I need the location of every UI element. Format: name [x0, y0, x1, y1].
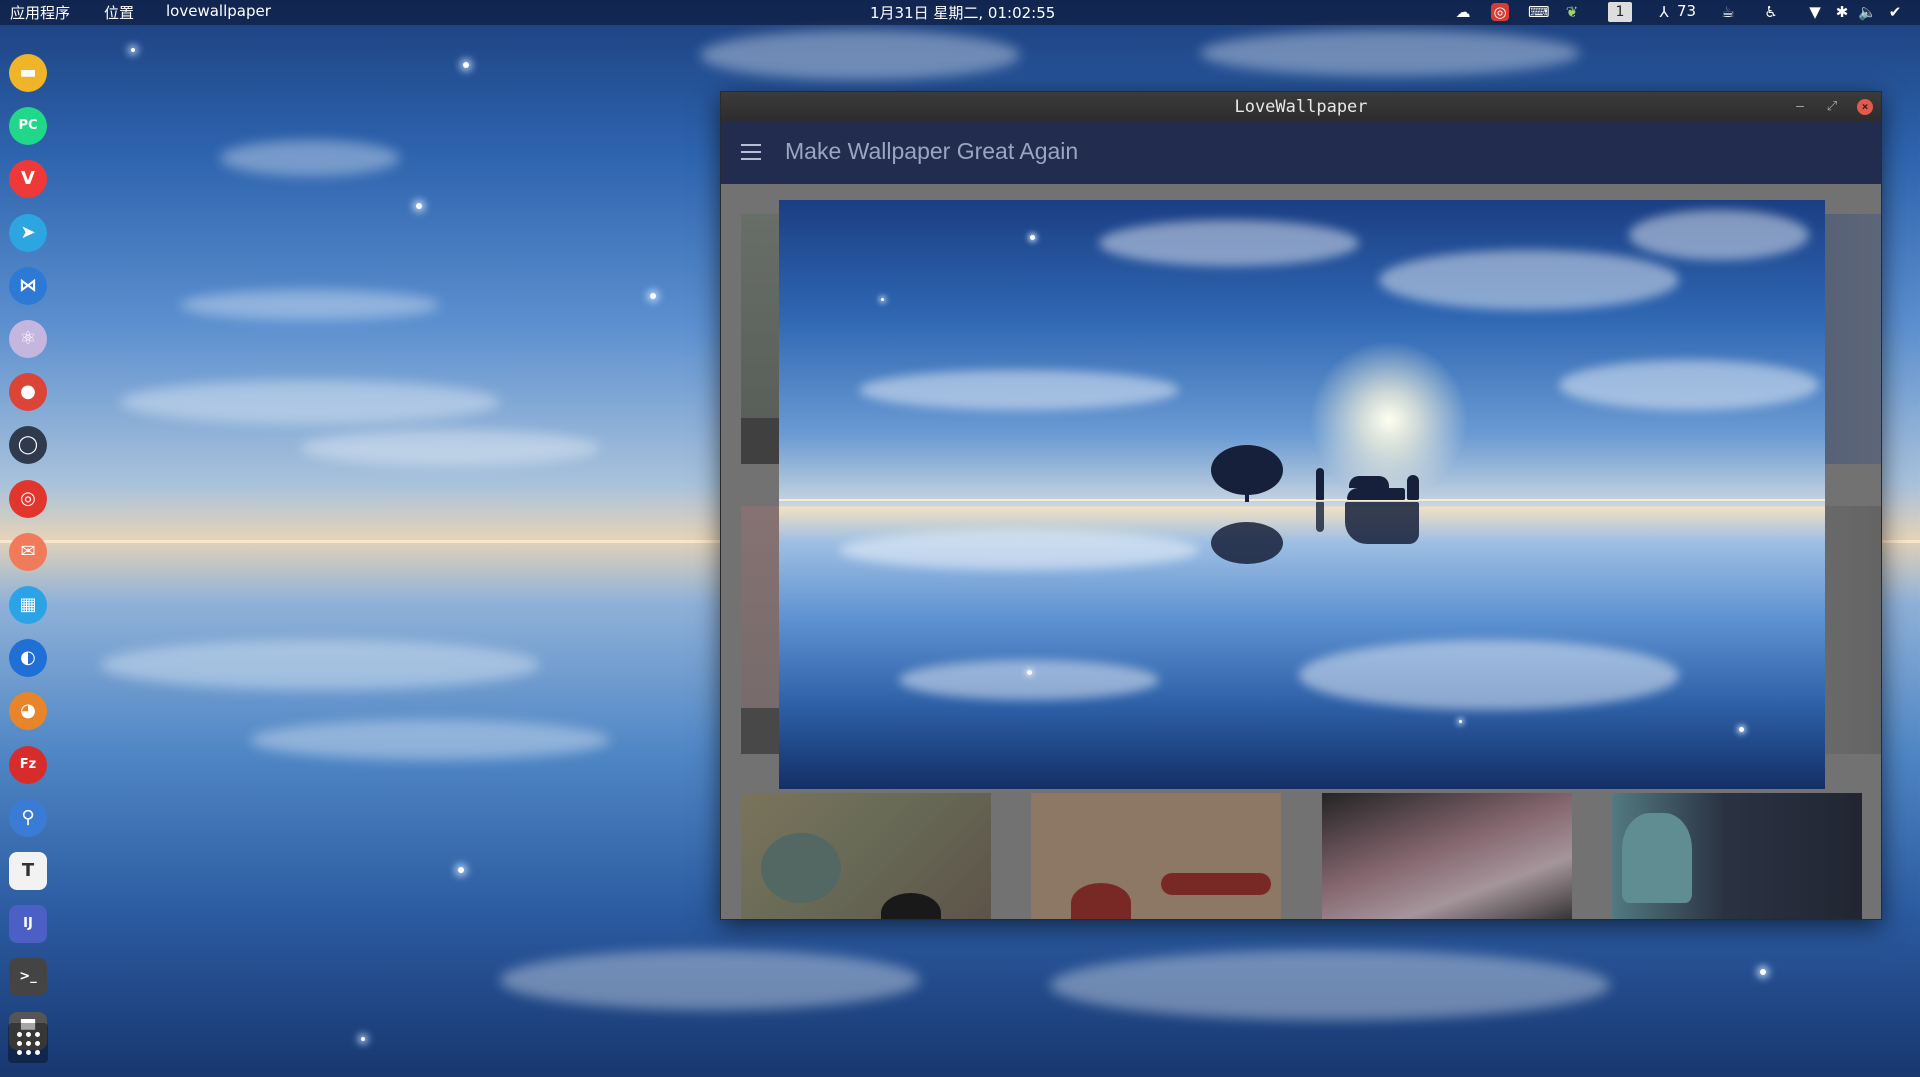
gimp-icon[interactable]: ◕: [9, 692, 47, 731]
wallpaper-thumbnail[interactable]: ···: [1815, 214, 1881, 464]
pycharm-icon[interactable]: PC: [9, 107, 47, 146]
pink-art-thumbnail[interactable]: [1322, 793, 1572, 919]
netease-music-icon[interactable]: ◎: [1491, 3, 1509, 21]
places-menu[interactable]: 位置: [104, 2, 134, 23]
terminal-icon[interactable]: >_: [9, 958, 47, 997]
hamburger-menu-icon[interactable]: [741, 144, 761, 160]
balloons-thumbnail[interactable]: [741, 793, 991, 919]
window-titlebar[interactable]: LoveWallpaper – ⤢ ×: [721, 92, 1881, 122]
typora-icon[interactable]: T: [9, 852, 47, 890]
app-title: Make Wallpaper Great Again: [785, 138, 1079, 164]
dock: ▬ PC V ➤ ⋈ ⚛ ● ◯ ◎ ✉ ▦ ◐ ◕ Fz ⚲ T IJ >_ ▀: [0, 30, 56, 1077]
app-bar: Make Wallpaper Great Again: [721, 122, 1881, 184]
wifi-icon[interactable]: ▼: [1806, 3, 1824, 21]
wallpaper-preview-image[interactable]: [779, 200, 1825, 789]
red-rooster-thumbnail[interactable]: [1031, 793, 1281, 919]
wallpaper-thumbnail[interactable]: ···: [1815, 506, 1881, 754]
files-icon[interactable]: ▬: [9, 54, 47, 92]
chrome-icon[interactable]: ●: [9, 373, 47, 412]
clock[interactable]: 1月31日 星期二, 01:02:55: [870, 2, 1055, 23]
chat-app-icon[interactable]: ◯: [9, 426, 47, 465]
show-applications-button[interactable]: [8, 1023, 48, 1063]
filezilla-icon[interactable]: Fz: [9, 745, 47, 784]
top-panel: 应用程序 位置 lovewallpaper 1月31日 星期二, 01:02:5…: [0, 0, 1920, 25]
system-monitor-icon[interactable]: ▦: [9, 586, 47, 624]
telegram-icon[interactable]: ➤: [9, 213, 47, 252]
accessibility-icon[interactable]: ♿: [1762, 3, 1780, 21]
temperature-value: 73: [1677, 2, 1697, 20]
applications-menu[interactable]: 应用程序: [10, 2, 70, 23]
mail-icon[interactable]: ✉: [9, 532, 47, 571]
wechat-icon[interactable]: ☁: [1454, 3, 1472, 21]
active-app-menu[interactable]: lovewallpaper: [166, 2, 271, 20]
minimize-button[interactable]: –: [1791, 98, 1809, 116]
bluetooth-icon[interactable]: ✱: [1833, 3, 1851, 21]
leaf-icon[interactable]: ❦: [1563, 3, 1581, 21]
window-title: LoveWallpaper: [1234, 97, 1368, 117]
miku-thumbnail[interactable]: [1612, 793, 1862, 919]
intellij-icon[interactable]: IJ: [9, 905, 47, 944]
clipboard-icon[interactable]: ✔: [1886, 3, 1904, 21]
atom-icon[interactable]: ⚛: [9, 320, 47, 358]
vivaldi-icon[interactable]: V: [9, 160, 47, 199]
coffee-icon[interactable]: ☕: [1719, 3, 1737, 21]
maximize-button[interactable]: ⤢: [1823, 98, 1841, 116]
workspace-indicator[interactable]: 1: [1608, 2, 1632, 22]
vscode-icon[interactable]: ⋈: [9, 266, 47, 305]
netease-music-icon[interactable]: ◎: [9, 479, 47, 518]
keyboard-icon[interactable]: ⌨: [1528, 3, 1550, 21]
firefox-icon[interactable]: ◐: [9, 639, 47, 678]
volume-icon[interactable]: 🔈: [1858, 3, 1877, 21]
temperature-icon[interactable]: ⅄: [1655, 3, 1673, 21]
close-button[interactable]: ×: [1857, 99, 1873, 115]
search-tool-icon[interactable]: ⚲: [9, 798, 47, 837]
